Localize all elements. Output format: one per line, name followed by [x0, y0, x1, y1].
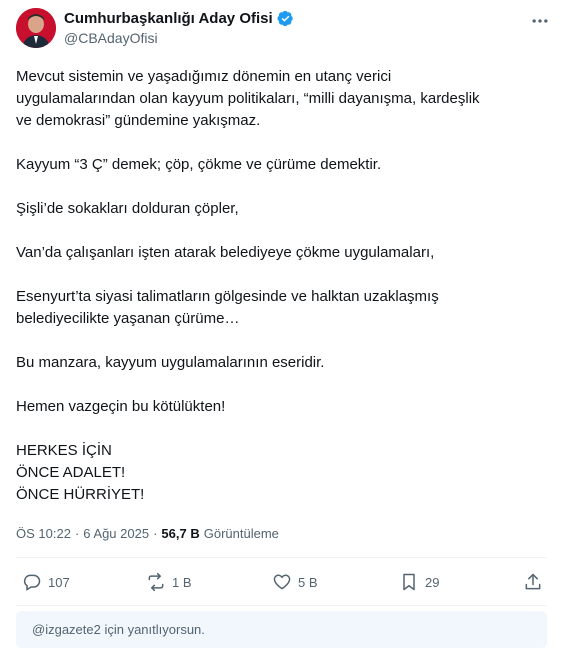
reply-icon — [23, 574, 41, 591]
replying-to-text: @izgazete2 için yanıtlıyorsun. — [32, 622, 205, 637]
share-icon — [525, 573, 541, 590]
more-options-button[interactable] — [529, 10, 551, 32]
tweet-paragraph: Şişli’de sokakları dolduran çöpler, — [16, 200, 239, 217]
bookmark-icon — [403, 573, 415, 591]
like-button[interactable]: 5 B — [272, 572, 318, 592]
author-handle[interactable]: @CBAdayOfisi — [64, 30, 158, 46]
divider — [16, 557, 547, 558]
tweet-meta: ÖS 10:22 · 6 Ağu 2025 · 56,7 B Görüntüle… — [16, 526, 279, 541]
avatar[interactable] — [16, 8, 56, 48]
name-row: Cumhurbaşkanlığı Aday Ofisi — [64, 10, 294, 27]
views-count: 56,7 B — [161, 526, 200, 541]
display-name[interactable]: Cumhurbaşkanlığı Aday Ofisi — [64, 10, 273, 27]
tweet-paragraph: HERKES İÇİN ÖNCE ADALET! ÖNCE HÜRRİYET! — [16, 442, 145, 503]
tweet-paragraph: Kayyum “3 Ç” demek; çöp, çökme ve çürüme… — [16, 156, 382, 173]
views-label: Görüntüleme — [203, 526, 279, 541]
repost-button[interactable]: 1 B — [146, 572, 192, 592]
more-horizontal-icon — [532, 19, 548, 23]
tweet-paragraph: Bu manzara, kayyum uygulamalarının eseri… — [16, 354, 325, 371]
tweet-paragraph: Esenyurt’ta siyasi talimatların gölgesin… — [16, 288, 439, 327]
bookmark-button[interactable]: 29 — [399, 572, 439, 592]
like-count: 5 B — [298, 574, 318, 590]
bookmark-count: 29 — [425, 574, 440, 590]
verified-badge-icon — [277, 10, 294, 27]
reply-button[interactable]: 107 — [22, 572, 70, 592]
tweet-paragraph: Mevcut sistemin ve yaşadığımız dönemin e… — [16, 68, 480, 129]
share-button[interactable] — [523, 572, 543, 592]
meta-separator: · — [153, 526, 158, 541]
divider — [16, 605, 547, 606]
tweet-paragraph: Hemen vazgeçin bu kötülükten! — [16, 398, 226, 415]
tweet-header: Cumhurbaşkanlığı Aday Ofisi @CBAdayOfisi — [16, 8, 551, 52]
replying-to-banner[interactable]: @izgazete2 için yanıtlıyorsun. — [16, 611, 547, 648]
reply-count: 107 — [48, 574, 70, 590]
meta-separator: · — [74, 526, 80, 541]
heart-icon — [273, 574, 291, 590]
repost-icon — [148, 572, 164, 592]
tweet-date[interactable]: 6 Ağu 2025 — [83, 526, 149, 541]
repost-count: 1 B — [172, 574, 192, 590]
action-bar: 107 1 B 5 B 29 — [16, 568, 547, 600]
tweet-time[interactable]: ÖS 10:22 — [16, 526, 71, 541]
tweet-text: Mevcut sistemin ve yaşadığımız dönemin e… — [16, 66, 546, 506]
tweet-paragraph: Van’da çalışanları işten atarak belediye… — [16, 244, 435, 261]
